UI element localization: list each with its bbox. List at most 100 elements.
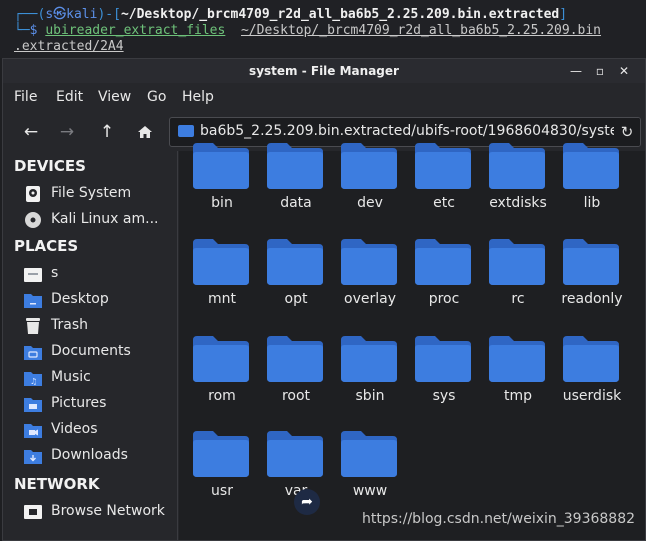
folder-icon [341,336,397,382]
folder-label: extdisks [489,195,547,211]
folder-opt[interactable]: opt [261,225,331,315]
watermark: https://blog.csdn.net/weixin_39368882 [362,511,636,527]
desktop-folder-icon [24,294,42,308]
folder-bin[interactable]: bin [187,129,257,219]
menu-view[interactable]: View [98,89,131,105]
folder-label: readonly [561,291,623,307]
folder-data[interactable]: data [261,129,331,219]
places-heading: PLACES [14,237,79,255]
folder-label: dev [357,195,383,211]
folder-label: overlay [344,291,396,307]
devices-heading: DEVICES [14,157,86,175]
folder-icon [267,239,323,285]
folder-icon [489,143,545,189]
documents-folder-icon [24,346,42,360]
menu-bar: File Edit View Go Help [3,86,645,110]
folder-extdisks[interactable]: extdisks [483,129,553,219]
back-arrow-icon[interactable]: ← [17,119,45,145]
folder-icon [341,239,397,285]
sidebar-item-desktop[interactable]: Desktop [23,289,173,311]
maximize-icon[interactable]: ▫ [591,62,609,80]
folder-label: root [281,388,311,404]
folder-icon [489,336,545,382]
folder-overlay[interactable]: overlay [335,225,405,315]
folder-label: proc [428,291,460,307]
folder-icon [415,336,471,382]
folder-sys[interactable]: sys [409,322,479,412]
menu-help[interactable]: Help [182,89,214,105]
folder-lib[interactable]: lib [557,129,627,219]
up-arrow-icon[interactable]: ↑ [93,119,121,145]
folder-label: rom [208,388,236,404]
sidebar-item-home[interactable]: s [23,263,173,285]
folder-rc[interactable]: rc [483,225,553,315]
terminal-line-3: .extracted/2A4 [14,39,124,54]
file-view: bin data dev etc extdisks lib mnt opt overlay pro… [179,143,645,540]
sidebar-item-documents[interactable]: Documents [23,341,173,363]
folder-rom[interactable]: rom [187,322,257,412]
folder-tmp[interactable]: tmp [483,322,553,412]
videos-folder-icon [24,424,42,438]
forward-arrow-icon[interactable]: → [53,119,81,145]
folder-label: www [352,483,388,499]
folder-icon [563,239,619,285]
folder-icon [193,431,249,477]
terminal-line-1: ┌──(s㉿kali)-[~/Desktop/_brcm4709_r2d_all… [14,7,568,22]
terminal-line-2: └─$ ubireader_extract_files ~/Desktop/_b… [14,23,602,38]
folder-icon [267,336,323,382]
folder-label: usr [211,483,233,499]
folder-dev[interactable]: dev [335,129,405,219]
folder-label: tmp [503,388,532,404]
sidebar-item-browse-network[interactable]: Browse Network [23,501,173,523]
sidebar-item-kali-linux[interactable]: Kali Linux am... ⏏ [23,209,192,231]
hard-drive-icon [26,186,40,202]
folder-readonly[interactable]: readonly [557,225,627,315]
sidebar-item-pictures[interactable]: Pictures [23,393,173,415]
sidebar-item-videos[interactable]: Videos [23,419,173,441]
network-heading: NETWORK [14,475,100,493]
home-icon[interactable] [131,119,159,145]
folder-icon [193,239,249,285]
folder-icon [489,239,545,285]
folder-www[interactable]: www [335,417,405,507]
file-manager-window: system - File Manager — ▫ ✕ File Edit Vi… [2,58,646,541]
pictures-folder-icon [24,398,42,412]
folder-label: rc [511,291,525,307]
folder-etc[interactable]: etc [409,129,479,219]
folder-label: sbin [355,388,385,404]
home-folder-icon [24,268,42,282]
menu-edit[interactable]: Edit [56,89,83,105]
folder-usr[interactable]: usr [187,417,257,507]
folder-label: mnt [208,291,236,307]
folder-icon [341,143,397,189]
network-icon [24,505,42,519]
svg-text:♫: ♫ [30,377,37,386]
folder-sbin[interactable]: sbin [335,322,405,412]
folder-icon [563,336,619,382]
folder-icon [193,143,249,189]
menu-go[interactable]: Go [147,89,166,105]
folder-root[interactable]: root [261,322,331,412]
folder-label: opt [284,291,308,307]
sidebar-item-music[interactable]: ♫ Music [23,367,173,389]
minimize-icon[interactable]: — [567,62,585,80]
close-icon[interactable]: ✕ [615,62,633,80]
downloads-folder-icon [24,450,42,464]
menu-file[interactable]: File [14,89,37,105]
folder-label: sys [432,388,456,404]
folder-label: lib [583,195,601,211]
folder-mnt[interactable]: mnt [187,225,257,315]
folder-icon [415,143,471,189]
sidebar: DEVICES File System Kali Linux am... ⏏ P… [3,151,192,540]
sidebar-item-trash[interactable]: Trash [23,315,173,337]
folder-label: userdisk [562,388,622,404]
folder-proc[interactable]: proc [409,225,479,315]
music-folder-icon: ♫ [24,372,42,386]
sidebar-item-downloads[interactable]: Downloads [23,445,173,467]
sidebar-item-file-system[interactable]: File System [23,183,173,205]
share-icon: ➦ [294,489,320,515]
folder-userdisk[interactable]: userdisk [557,322,627,412]
folder-icon [193,336,249,382]
window-title: system - File Manager [249,64,399,78]
trash-icon [26,318,40,334]
